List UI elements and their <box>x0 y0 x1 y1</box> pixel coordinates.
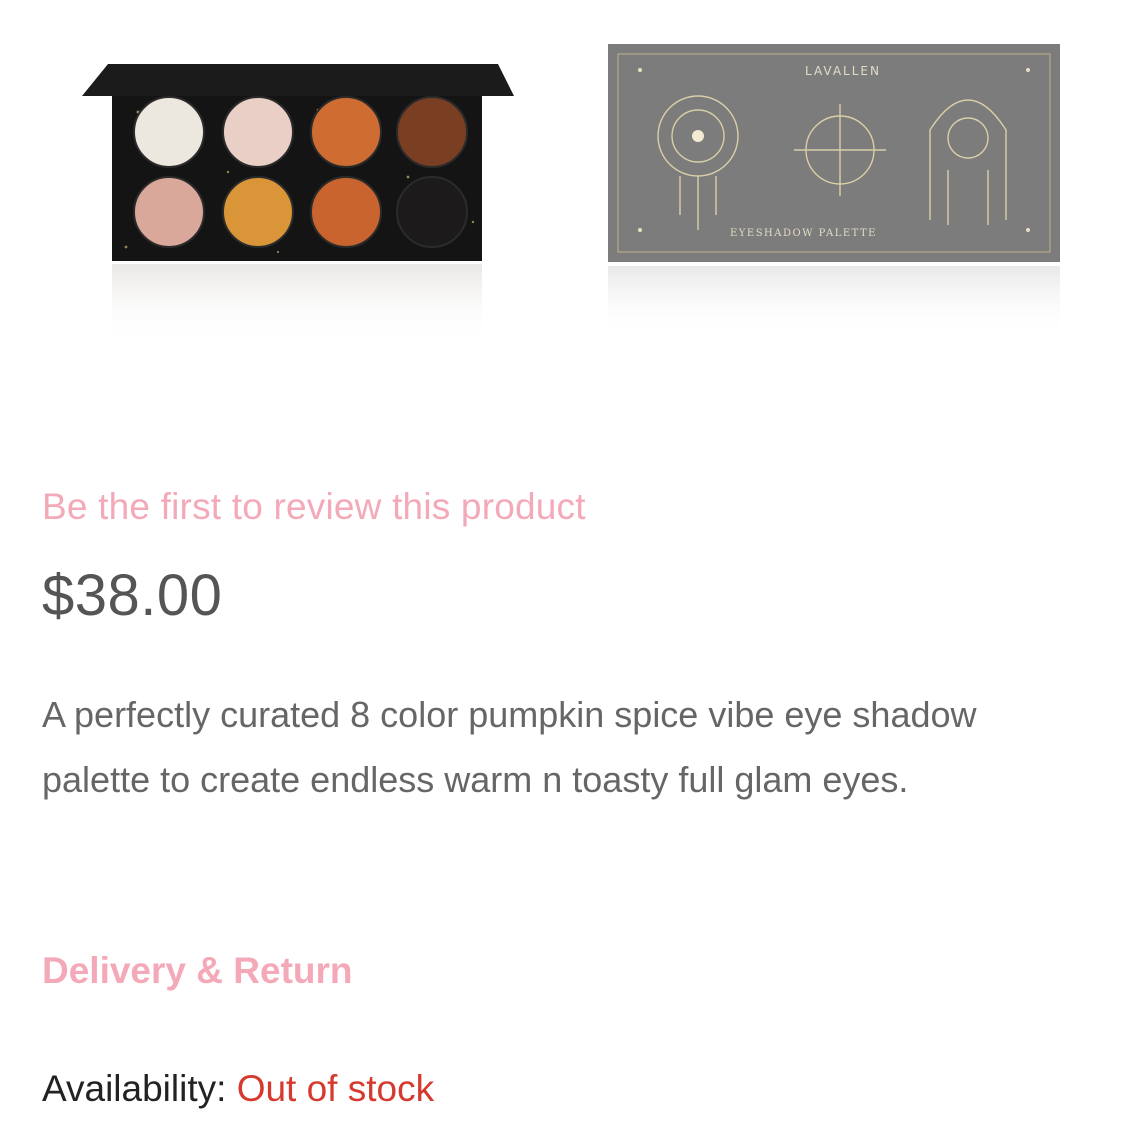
palette-open-image[interactable] <box>78 52 520 352</box>
palette-label-text: EYESHADOW PALETTE <box>730 228 877 239</box>
product-description: A perfectly curated 8 color pumpkin spic… <box>42 694 977 800</box>
product-gallery: LAVALLEN EYESHADOW PALETTE <box>0 0 1125 400</box>
palette-brand-text: LAVALLEN <box>805 64 881 78</box>
availability: Availability: Out of stock <box>42 1068 434 1110</box>
eyeshadow-swatch <box>222 96 294 168</box>
eyeshadow-swatch <box>396 96 468 168</box>
availability-label: Availability: <box>42 1068 227 1109</box>
eyeshadow-swatch <box>133 176 205 248</box>
eyeshadow-swatch <box>396 176 468 248</box>
eyeshadow-swatch <box>310 176 382 248</box>
palette-closed-image[interactable]: LAVALLEN EYESHADOW PALETTE <box>600 40 1066 340</box>
product-price: $38.00 <box>42 563 223 628</box>
eyeshadow-swatch <box>133 96 205 168</box>
delivery-return-link[interactable]: Delivery & Return <box>42 950 353 992</box>
eyeshadow-swatch <box>310 96 382 168</box>
review-link[interactable]: Be the first to review this product <box>42 486 586 528</box>
stock-status: Out of stock <box>236 1068 435 1109</box>
eyeshadow-swatch <box>222 176 294 248</box>
